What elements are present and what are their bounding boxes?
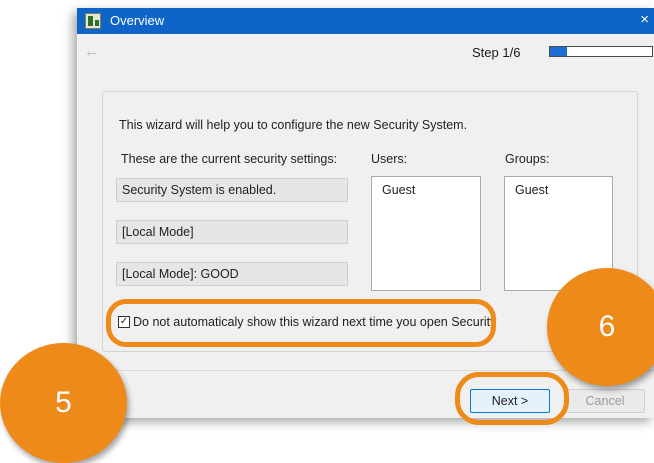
list-item[interactable]: Guest [515, 183, 548, 198]
step-badge-5: 5 [0, 343, 127, 463]
list-item[interactable]: Guest [382, 183, 415, 198]
next-button-highlight-ring [455, 372, 569, 425]
setting-status: Security System is enabled. [116, 178, 348, 202]
close-icon[interactable]: × [640, 11, 649, 29]
settings-heading: These are the current security settings: [121, 152, 338, 166]
checkbox-highlight-ring [106, 299, 496, 347]
step-label: Step 1/6 [472, 45, 521, 60]
cancel-button[interactable]: Cancel [565, 389, 645, 413]
step-progress-bar [549, 46, 653, 57]
app-icon [85, 13, 101, 29]
groups-label: Groups: [505, 152, 550, 166]
back-arrow-icon[interactable]: ← [84, 44, 99, 60]
intro-text: This wizard will help you to configure t… [119, 118, 468, 132]
setting-health: [Local Mode]: GOOD [116, 262, 348, 286]
window-title: Overview [110, 13, 165, 28]
setting-mode: [Local Mode] [116, 220, 348, 244]
progress-fill [550, 47, 568, 56]
users-label: Users: [371, 152, 408, 166]
wizard-toolbar: ← Step 1/6 [77, 34, 654, 72]
title-bar: Overview × [77, 8, 654, 34]
users-list[interactable]: Guest [371, 176, 481, 291]
